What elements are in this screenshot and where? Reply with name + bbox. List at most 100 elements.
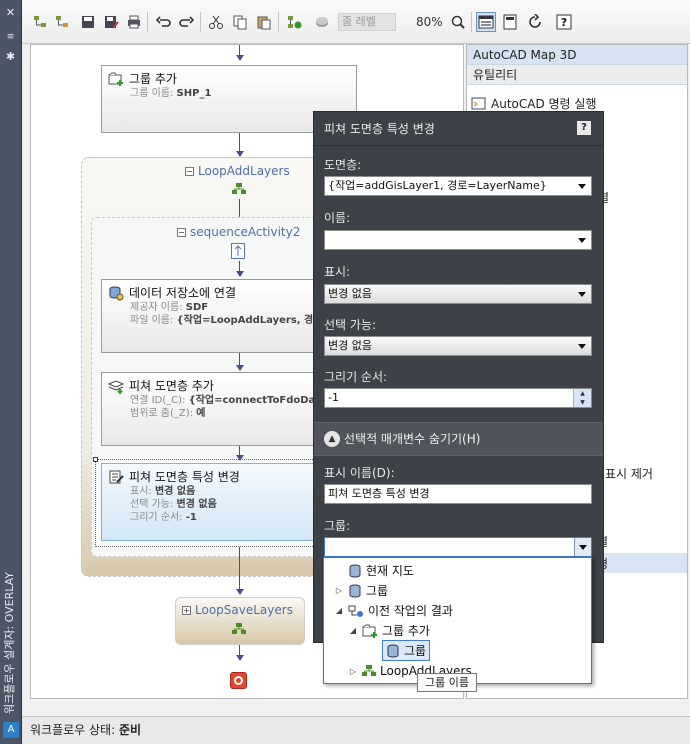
dropdown-item-label: 그룹 — [366, 584, 389, 598]
selection-handle[interactable] — [93, 457, 98, 462]
expand-triangle-icon[interactable]: ▷ — [348, 667, 358, 676]
zoom-level-input[interactable]: 줌 레벨 — [338, 13, 396, 31]
prop-value: SDF — [185, 302, 209, 313]
selectable-select[interactable]: 변경 없음 — [324, 336, 592, 356]
chevron-down-icon — [578, 184, 586, 189]
visible-label: 표시: — [324, 265, 351, 279]
chevron-down-icon — [578, 292, 586, 297]
group-label: 그룹: — [324, 519, 351, 533]
refresh-icon[interactable] — [525, 12, 545, 32]
new-workflow-icon[interactable] — [30, 12, 50, 32]
property-panel-toggle-icon[interactable] — [476, 12, 496, 32]
dropdown-item-group-selected[interactable]: 그룹 — [382, 640, 431, 661]
toolbox-item-autocad-command[interactable]: AutoCAD 명령 실행 — [471, 95, 596, 112]
chevron-down-icon — [578, 344, 586, 349]
zoom-icon[interactable] — [448, 12, 468, 32]
help-icon[interactable]: ? — [554, 12, 574, 32]
chevron-up-icon: ▲ — [324, 431, 340, 447]
group-dropdown-list[interactable]: 현재 지도 ▷ 그룹 ◢ 이전 작업의 결과 ◢ 그룹 추가 그룹 ▷ Loop… — [323, 557, 592, 684]
toolbox-item-partial[interactable]: 표시 제거 — [605, 465, 653, 482]
activity-title: 피쳐 도면층 추가 — [129, 379, 214, 393]
prop-value: 변경 없음 — [176, 499, 217, 510]
sequence-label[interactable]: − sequenceActivity2 — [177, 225, 300, 239]
toolbox-toggle-icon[interactable] — [500, 12, 520, 32]
prop-value: 변경 없음 — [154, 486, 196, 497]
run-workflow-icon[interactable] — [284, 12, 304, 32]
dropdown-item-previous-results[interactable]: ◢ 이전 작업의 결과 — [334, 602, 453, 619]
layer-properties-icon — [109, 470, 124, 483]
svg-text:?: ? — [561, 16, 567, 29]
loop-activity-icon — [232, 183, 246, 198]
open-workflow-icon[interactable] — [52, 12, 72, 32]
expand-icon[interactable]: + — [182, 605, 191, 615]
display-name-input[interactable]: 피쳐 도면층 특성 변경 — [324, 484, 592, 504]
collapse-icon[interactable]: − — [177, 227, 186, 237]
prop-label: 범위로 줌(_Z): — [130, 408, 194, 419]
window-title-vertical: 워크플로우 설계자: OVERLAY — [2, 524, 20, 714]
folder-add-icon — [362, 624, 377, 638]
activity-change-layer-properties[interactable]: 피쳐 도면층 특성 변경 표시: 변경 없음 선택 가능: 변경 없음 그리기 … — [101, 463, 341, 541]
collapse-icon[interactable]: − — [185, 166, 194, 176]
layer-icon[interactable] — [312, 12, 332, 32]
loop-activity-icon — [362, 665, 376, 676]
visible-select[interactable]: 변경 없음 — [324, 284, 592, 304]
display-name-value: 피쳐 도면층 특성 변경 — [328, 487, 430, 500]
draw-order-label: 그리기 순서: — [324, 370, 388, 384]
draw-order-spinner[interactable]: -1 ▲ ▼ — [324, 388, 592, 408]
sequence-icon — [231, 243, 245, 259]
status-value: 준비 — [118, 723, 142, 737]
database-icon — [387, 644, 399, 657]
prop-value: {작업=LoopAddLayers, 경로 — [176, 315, 323, 326]
activity-add-feature-layer[interactable]: 피쳐 도면층 추가 연결 ID(_C): {작업=connectToFdoDat… — [101, 372, 341, 446]
group-combo[interactable] — [324, 537, 592, 557]
spin-down-icon[interactable]: ▼ — [573, 398, 591, 407]
prop-value: SHP_1 — [176, 88, 212, 99]
dropdown-item-current-map[interactable]: 현재 지도 — [334, 562, 414, 579]
display-name-label: 표시 이름(D): — [324, 466, 395, 480]
save-as-icon[interactable] — [101, 12, 121, 32]
loop-save-layers-label[interactable]: + LoopSaveLayers — [182, 603, 293, 617]
print-icon[interactable] — [124, 12, 144, 32]
optional-params-label: 선택적 매개변수 숨기기(H) — [344, 432, 481, 446]
database-connect-icon — [109, 286, 124, 300]
autocad-logo-icon: A — [3, 722, 19, 738]
toolbar: 줌 레벨 80% ? — [22, 0, 690, 44]
close-icon[interactable]: ✕ — [0, 6, 21, 20]
collapse-triangle-icon[interactable]: ◢ — [334, 606, 344, 615]
selectable-select-value: 변경 없음 — [328, 339, 372, 352]
redo-icon[interactable] — [176, 12, 196, 32]
loop-label-text: LoopAddLayers — [198, 164, 290, 178]
undo-icon[interactable] — [154, 12, 174, 32]
palette-side-bar: ✕ ≡ ✱ 워크플로우 설계자: OVERLAY A — [0, 0, 22, 744]
layer-combo[interactable]: {작업=addGisLayer1, 경로=LayerName} — [324, 176, 592, 196]
toolbox-item-selected[interactable]: 경 — [591, 553, 687, 573]
dropdown-item-group[interactable]: ▷ 그룹 — [334, 582, 388, 599]
collapse-triangle-icon[interactable]: ◢ — [348, 626, 358, 635]
prop-label: 연결 ID(_C): — [130, 395, 186, 406]
loop-add-layers-label[interactable]: − LoopAddLayers — [185, 164, 290, 178]
dropdown-item-group-add[interactable]: ◢ 그룹 추가 — [348, 622, 430, 639]
save-icon[interactable] — [78, 12, 98, 32]
draw-order-value: -1 — [328, 391, 339, 404]
name-combo[interactable] — [324, 230, 592, 250]
layer-label: 도면층: — [324, 158, 362, 172]
dropdown-item-label: 그룹 — [404, 644, 427, 658]
toolbox-header[interactable]: AutoCAD Map 3D — [467, 45, 687, 65]
palette-auto-hide-icon[interactable]: ≡ — [0, 30, 21, 44]
expand-triangle-icon[interactable]: ▷ — [334, 586, 344, 595]
group-dropdown-button[interactable] — [574, 538, 591, 556]
settings-icon[interactable]: ✱ — [0, 50, 21, 64]
cut-icon[interactable] — [206, 12, 226, 32]
prop-label: 그룹 이름: — [130, 88, 174, 99]
help-button[interactable]: ? — [577, 121, 591, 135]
copy-icon[interactable] — [230, 12, 250, 32]
toolbox-item-label: AutoCAD 명령 실행 — [491, 97, 597, 111]
spin-up-icon[interactable]: ▲ — [573, 389, 591, 398]
toolbox-subheader[interactable]: 유틸리티 — [467, 65, 687, 85]
activity-connect-datastore[interactable]: 데이터 저장소에 연결 제공자 이름: SDF 파일 이름: {작업=LoopA… — [101, 279, 341, 353]
loop-save-label-text: LoopSaveLayers — [195, 603, 293, 617]
workflow-end-icon — [230, 672, 247, 689]
database-icon — [349, 584, 361, 597]
paste-icon[interactable] — [254, 12, 274, 32]
optional-params-toggle[interactable]: ▲ 선택적 매개변수 숨기기(H) — [314, 422, 603, 456]
